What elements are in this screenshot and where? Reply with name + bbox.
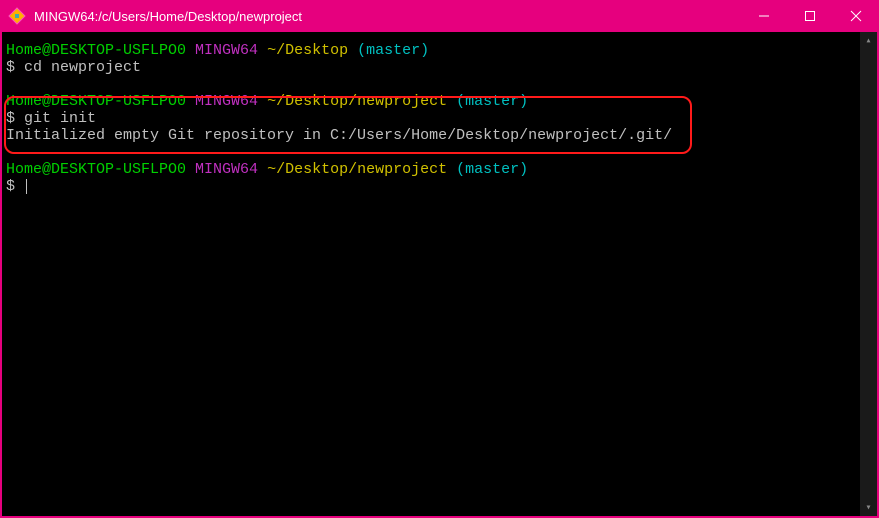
minimize-button[interactable] (741, 0, 787, 32)
titlebar[interactable]: MINGW64:/c/Users/Home/Desktop/newproject (0, 0, 879, 32)
window-title: MINGW64:/c/Users/Home/Desktop/newproject (34, 9, 741, 24)
scrollbar[interactable]: ▴ ▾ (860, 32, 877, 516)
terminal-window: MINGW64:/c/Users/Home/Desktop/newproject… (0, 0, 879, 518)
terminal-area: Home@DESKTOP-USFLPO0 MINGW64 ~/Desktop (… (2, 32, 877, 516)
terminal-output[interactable]: Home@DESKTOP-USFLPO0 MINGW64 ~/Desktop (… (2, 32, 860, 516)
app-icon (8, 7, 26, 25)
scroll-up-button[interactable]: ▴ (860, 32, 877, 49)
scroll-down-button[interactable]: ▾ (860, 499, 877, 516)
maximize-button[interactable] (787, 0, 833, 32)
window-controls (741, 0, 879, 32)
close-button[interactable] (833, 0, 879, 32)
